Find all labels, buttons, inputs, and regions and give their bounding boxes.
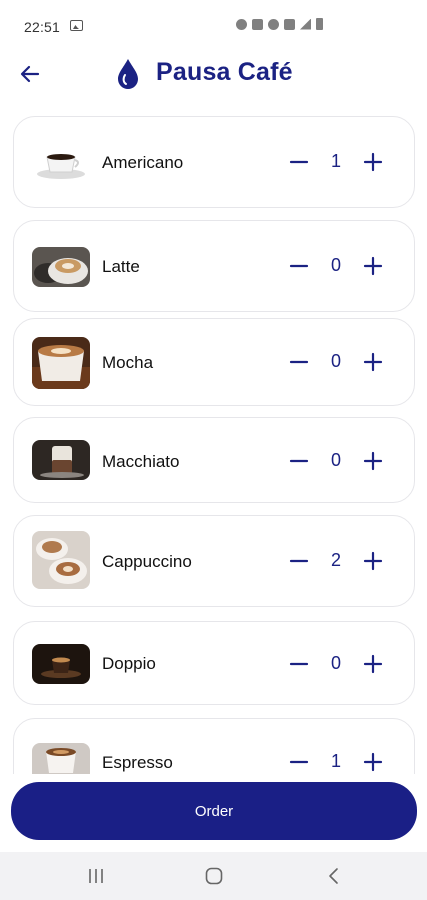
doppio-thumbnail [32,644,90,684]
decrease-quantity-button[interactable] [284,649,314,679]
decrease-quantity-button[interactable] [284,747,314,774]
recent-apps-icon[interactable] [86,866,106,886]
item-name: Doppio [102,654,156,673]
coffee-card-mocha: Mocha 0 [13,318,415,406]
increase-quantity-button[interactable] [358,251,388,281]
increase-quantity-button[interactable] [358,546,388,576]
water-drop-logo-icon [118,59,138,89]
coffee-card-cappuccino: Cappuccino 2 [13,515,415,607]
decrease-quantity-button[interactable] [284,347,314,377]
status-bar: 22:51 [0,0,427,52]
quantity-value: 0 [330,653,341,673]
status-icons [236,18,323,30]
gallery-notification-icon [70,20,83,31]
coffee-card-latte: Latte 0 [13,220,415,312]
quantity-value: 2 [330,550,341,570]
espresso-thumbnail [32,743,90,774]
coffee-card-espresso: Espresso 1 [13,718,415,774]
quantity-value: 0 [330,255,341,275]
cappuccino-thumbnail [32,531,90,589]
item-name: Latte [102,257,140,276]
volte-icon [284,18,295,30]
coffee-card-americano: Americano 1 [13,116,415,208]
item-name: Americano [102,153,184,172]
home-icon[interactable] [204,866,224,886]
app-title: Pausa Café [156,58,293,86]
alarm-icon [236,18,247,30]
item-name: Espresso [102,753,173,772]
mocha-thumbnail [32,337,90,389]
quantity-value: 1 [330,751,341,771]
decrease-quantity-button[interactable] [284,546,314,576]
quantity-value: 0 [330,450,341,470]
quantity-value: 1 [330,151,341,171]
macchiato-thumbnail [32,440,90,480]
latte-thumbnail [32,247,90,287]
increase-quantity-button[interactable] [358,347,388,377]
coffee-card-macchiato: Macchiato 0 [13,417,415,503]
americano-thumbnail [32,143,90,183]
quantity-value: 0 [330,351,341,371]
status-time: 22:51 [24,19,61,35]
coffee-card-doppio: Doppio 0 [13,621,415,705]
coffee-list[interactable]: Americano 1 Latte 0 Mocha 0 Macchiato 0 … [0,112,427,774]
navigation-bar [0,852,427,900]
nav-back-icon[interactable] [324,866,344,886]
increase-quantity-button[interactable] [358,747,388,774]
decrease-quantity-button[interactable] [284,446,314,476]
decrease-quantity-button[interactable] [284,251,314,281]
battery-icon [316,18,323,30]
order-button[interactable]: Order [11,782,417,840]
signal-icon [300,18,311,30]
increase-quantity-button[interactable] [358,147,388,177]
item-name: Mocha [102,353,154,372]
item-name: Cappuccino [102,552,192,571]
increase-quantity-button[interactable] [358,446,388,476]
decrease-quantity-button[interactable] [284,147,314,177]
back-arrow-icon[interactable] [18,62,42,86]
item-name: Macchiato [102,452,180,471]
mute-icon [252,18,263,30]
increase-quantity-button[interactable] [358,649,388,679]
wifi-icon [268,18,279,30]
